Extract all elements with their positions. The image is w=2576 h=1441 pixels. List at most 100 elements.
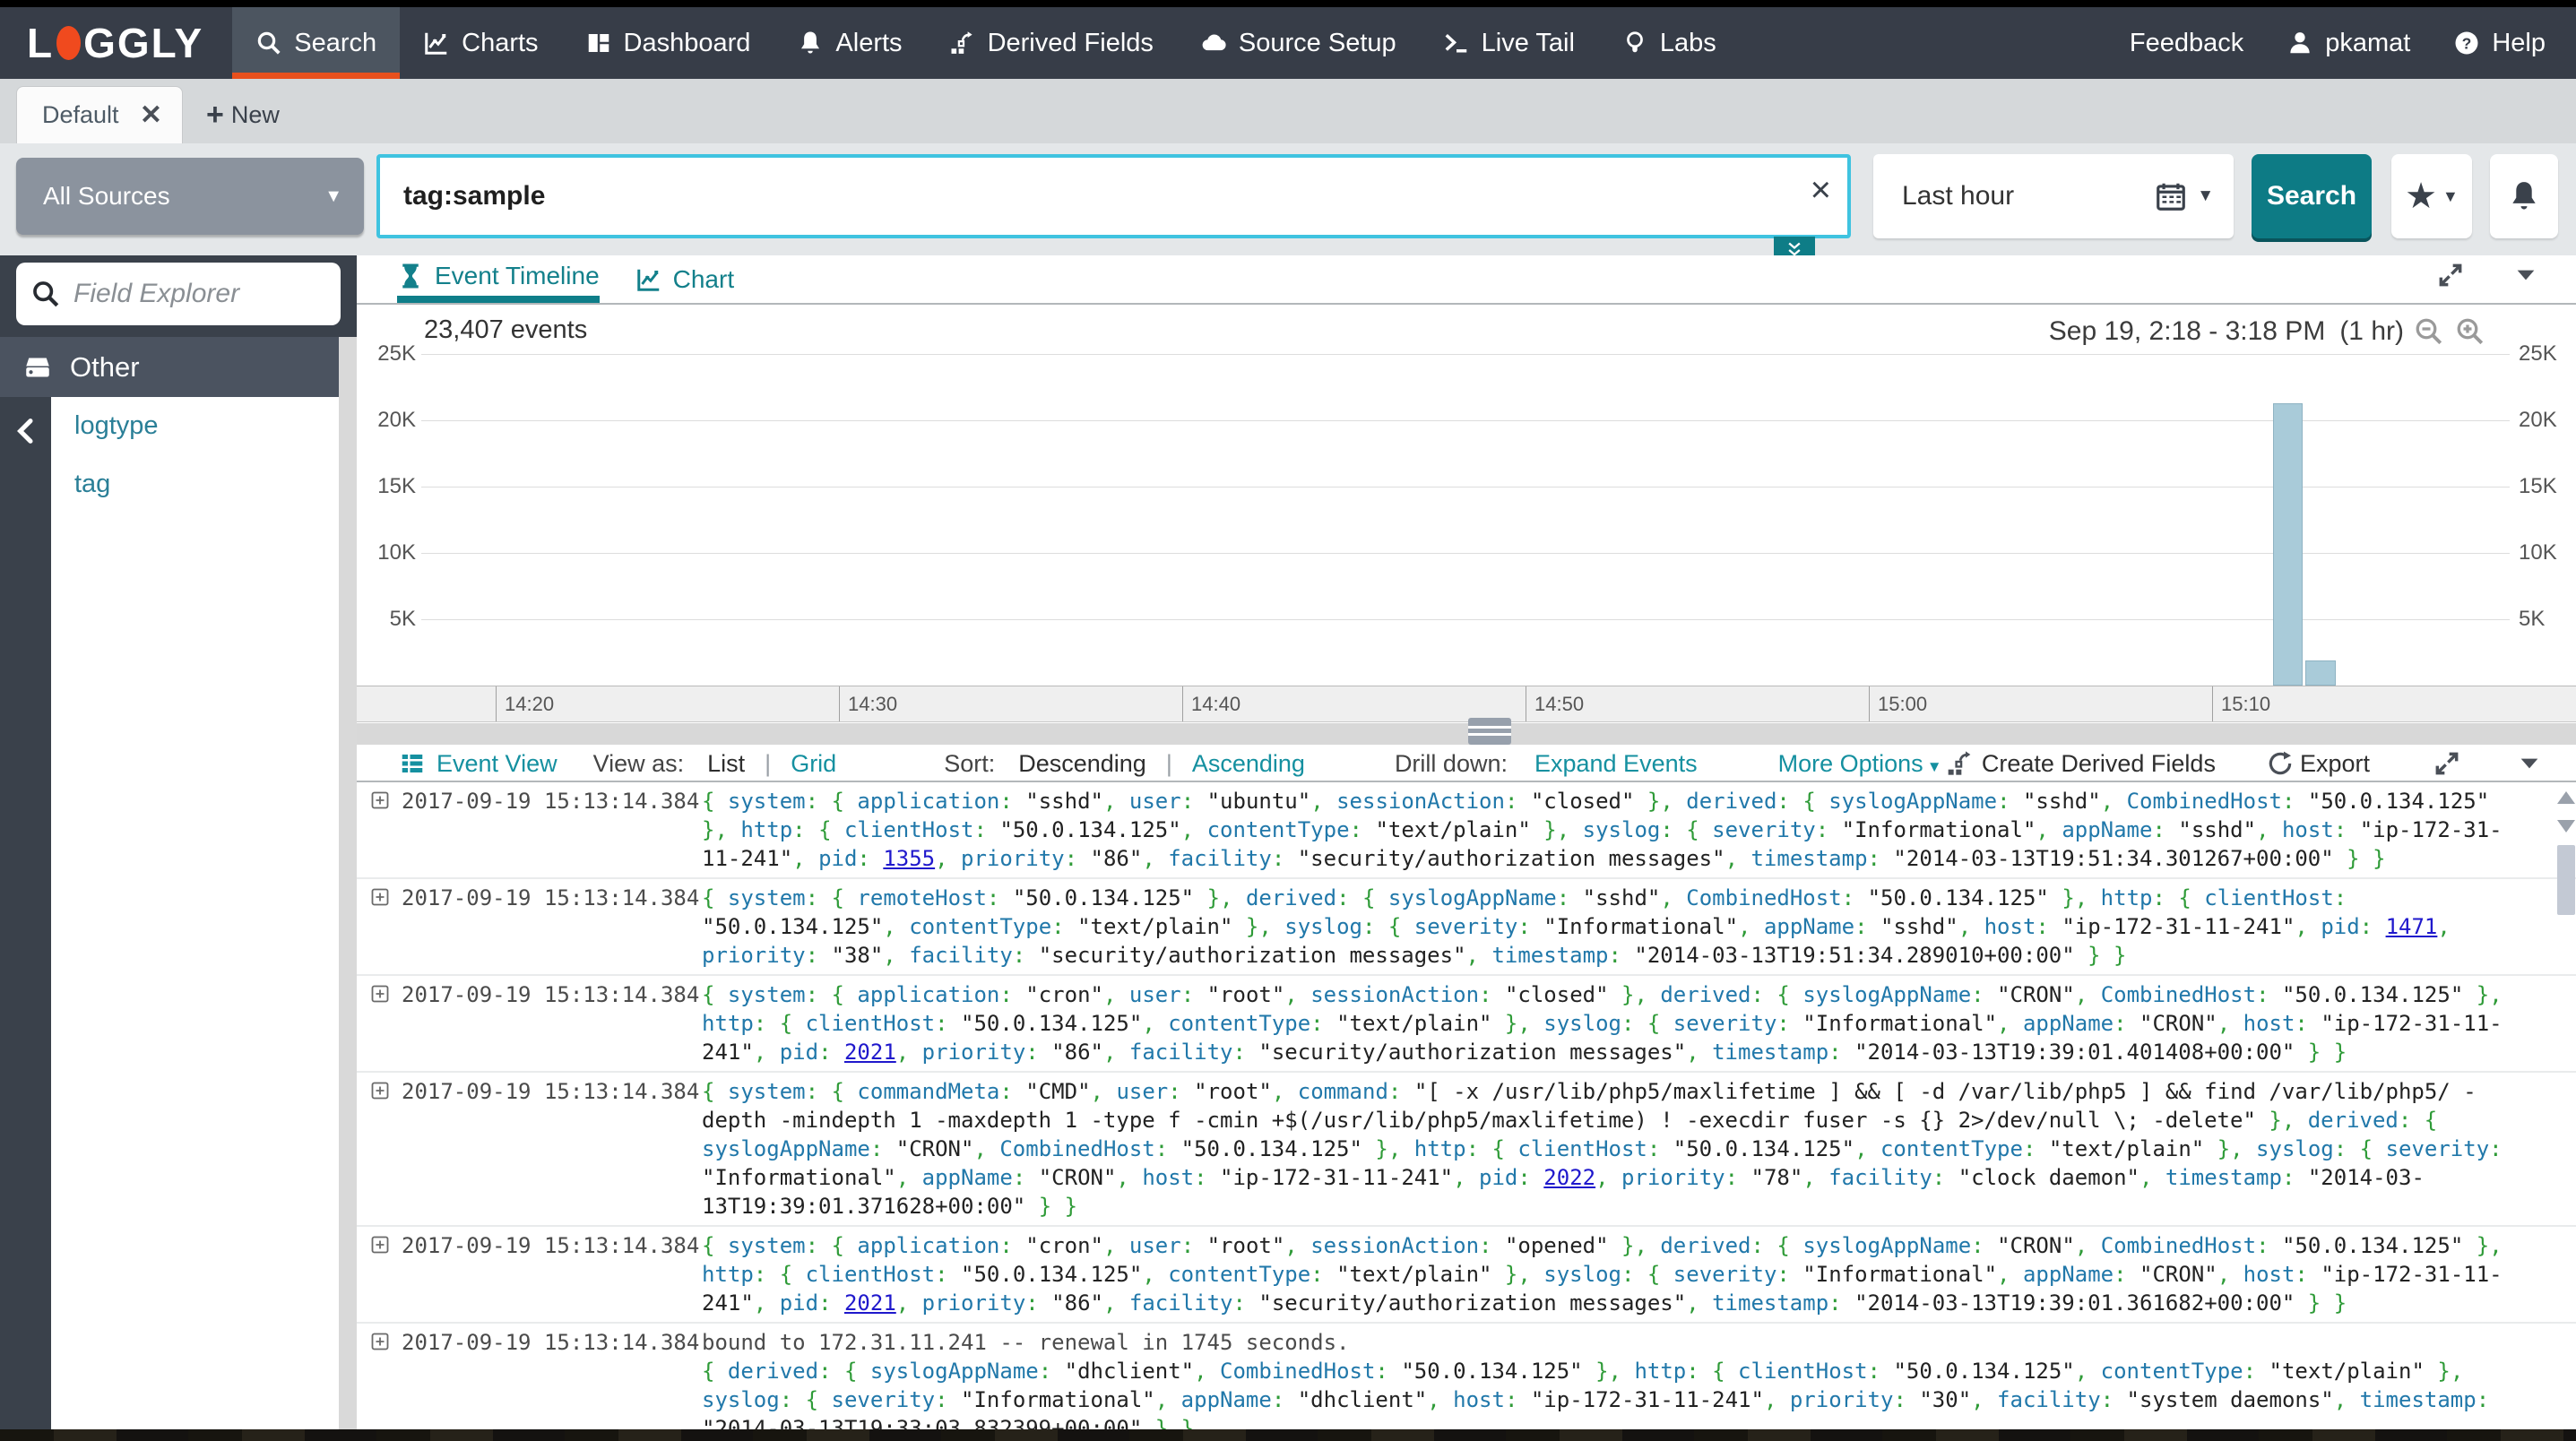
collapse-sidebar-icon[interactable] bbox=[11, 413, 41, 449]
scroll-up-icon[interactable] bbox=[2557, 791, 2575, 804]
expand-panel-icon[interactable] bbox=[2436, 261, 2465, 289]
nav-item-charts[interactable]: Charts bbox=[400, 7, 561, 79]
field-list: logtypetag bbox=[51, 397, 339, 513]
gridline bbox=[421, 420, 2510, 421]
view-as-grid[interactable]: Grid bbox=[791, 750, 836, 778]
terminal-icon bbox=[1443, 30, 1470, 56]
chart-scroll-grip[interactable] bbox=[1468, 718, 1511, 745]
search-icon bbox=[30, 279, 61, 309]
log-event: 2017-09-19 15:13:14.384{ system: { remot… bbox=[357, 879, 2576, 976]
nav-item-pkamat[interactable]: pkamat bbox=[2283, 29, 2414, 58]
event-view-icon bbox=[399, 750, 426, 777]
nav-item-source-setup[interactable]: Source Setup bbox=[1177, 7, 1420, 79]
y-axis-label: 15K bbox=[357, 474, 416, 499]
main-panel: Event TimelineChart 23,407 events Sep 19… bbox=[357, 255, 2576, 1429]
log-event: 2017-09-19 15:13:14.384{ system: { comma… bbox=[357, 1073, 2576, 1227]
zoom-out-icon[interactable] bbox=[2413, 315, 2445, 348]
expand-event-icon[interactable] bbox=[369, 1234, 396, 1257]
more-options-dropdown[interactable]: More Options▼ bbox=[1778, 750, 1942, 778]
expand-event-icon[interactable] bbox=[369, 983, 396, 1006]
chart-icon bbox=[635, 266, 662, 293]
y-axis-label: 25K bbox=[357, 341, 416, 367]
expand-event-icon[interactable] bbox=[369, 886, 396, 910]
pid-link[interactable]: 1471 bbox=[2386, 914, 2438, 939]
nav-item-labs[interactable]: Labs bbox=[1598, 7, 1740, 79]
saved-searches-button[interactable]: ★ ▼ bbox=[2391, 154, 2472, 238]
timeline-header: Event Timeline Chart bbox=[357, 255, 2576, 305]
tab-default[interactable]: Default ✕ bbox=[16, 86, 183, 143]
pid-link[interactable]: 2021 bbox=[844, 1040, 896, 1065]
events-scrollbar bbox=[2556, 782, 2576, 1429]
pid-link[interactable]: 2022 bbox=[1543, 1165, 1595, 1190]
svg-text:?: ? bbox=[2462, 34, 2472, 52]
nav-item-derived-fields[interactable]: Derived Fields bbox=[926, 7, 1177, 79]
sidebar-scrollbar-track[interactable] bbox=[339, 337, 357, 1429]
view-as-list[interactable]: List bbox=[707, 750, 745, 778]
top-navbar: LGGLY SearchChartsDashboardAlertsDerived… bbox=[0, 7, 2576, 79]
field-explorer-header bbox=[0, 255, 357, 337]
pid-link[interactable]: 1355 bbox=[883, 846, 935, 871]
view-as-label: View as: bbox=[593, 750, 685, 778]
y-axis-label: 5K bbox=[357, 607, 416, 632]
nav-item-alerts[interactable]: Alerts bbox=[774, 7, 925, 79]
sidebar-collapse-strip bbox=[0, 397, 51, 1429]
field-explorer-searchbox[interactable] bbox=[16, 263, 341, 325]
nav-items: SearchChartsDashboardAlertsDerived Field… bbox=[232, 7, 1740, 79]
collapse-panel-caret-icon[interactable] bbox=[2511, 261, 2540, 289]
y-axis-label: 10K bbox=[2519, 540, 2557, 565]
nav-item-live-tail[interactable]: Live Tail bbox=[1420, 7, 1598, 79]
sort-descending[interactable]: Descending bbox=[1018, 750, 1146, 778]
expand-event-icon[interactable] bbox=[369, 1080, 396, 1103]
create-derived-fields-button[interactable]: Create Derived Fields bbox=[1982, 750, 2216, 778]
window-top-strip bbox=[0, 0, 2576, 7]
search-query-input[interactable] bbox=[376, 154, 1851, 238]
timeline-bar[interactable] bbox=[2273, 403, 2303, 686]
field-tag[interactable]: tag bbox=[51, 455, 339, 513]
tab-chart[interactable]: Chart bbox=[635, 255, 734, 303]
event-timestamp: 2017-09-19 15:13:14.384 bbox=[402, 1077, 702, 1106]
export-button[interactable]: Export bbox=[2300, 750, 2370, 778]
nav-item-search[interactable]: Search bbox=[232, 7, 400, 79]
new-tab-button[interactable]: + New bbox=[183, 86, 303, 143]
event-view-toolbar: Event View View as: List | Grid Sort: De… bbox=[357, 746, 2576, 781]
dashboard-icon bbox=[585, 30, 612, 56]
event-timestamp: 2017-09-19 15:13:14.384 bbox=[402, 884, 702, 912]
collapse-events-caret-icon[interactable] bbox=[2515, 749, 2544, 778]
derived-fields-icon bbox=[1946, 749, 1975, 778]
sidebar-group-other[interactable]: Other bbox=[0, 337, 339, 397]
gridline bbox=[421, 354, 2510, 355]
nav-item-dashboard[interactable]: Dashboard bbox=[562, 7, 774, 79]
gridline bbox=[421, 487, 2510, 488]
alerts-bell-button[interactable] bbox=[2490, 154, 2558, 238]
search-button[interactable]: Search bbox=[2252, 154, 2372, 238]
sort-ascending[interactable]: Ascending bbox=[1192, 750, 1305, 778]
nav-item-help[interactable]: ?Help bbox=[2450, 29, 2549, 58]
timeline-bar[interactable] bbox=[2305, 660, 2336, 686]
clear-query-icon[interactable]: × bbox=[1811, 172, 1831, 208]
zoom-in-icon[interactable] bbox=[2454, 315, 2486, 348]
expand-event-icon[interactable] bbox=[369, 1331, 396, 1354]
expand-event-icon[interactable] bbox=[369, 790, 396, 813]
scrollbar-thumb[interactable] bbox=[2557, 845, 2575, 915]
scroll-down-icon[interactable] bbox=[2557, 820, 2575, 833]
time-range-picker[interactable]: Last hour ▼ bbox=[1873, 154, 2234, 238]
loggly-logo[interactable]: LGGLY bbox=[27, 19, 203, 67]
sort-label: Sort: bbox=[944, 750, 995, 778]
chevron-down-icon: ▼ bbox=[2442, 187, 2459, 206]
event-message: { system: { application: "cron", user: "… bbox=[702, 1231, 2522, 1317]
star-icon: ★ bbox=[2405, 176, 2437, 217]
gridline bbox=[421, 619, 2510, 620]
field-explorer-input[interactable] bbox=[73, 279, 326, 309]
field-logtype[interactable]: logtype bbox=[51, 397, 339, 455]
log-event: 2017-09-19 15:13:14.384bound to 172.31.1… bbox=[357, 1324, 2576, 1429]
expand-events-panel-icon[interactable] bbox=[2433, 749, 2461, 778]
nav-item-feedback[interactable]: Feedback bbox=[2126, 29, 2247, 58]
sidebar-group-label: Other bbox=[70, 351, 140, 384]
expand-events-link[interactable]: Expand Events bbox=[1534, 750, 1698, 778]
tab-event-timeline[interactable]: Event Timeline bbox=[397, 255, 600, 303]
log-event: 2017-09-19 15:13:14.384{ system: { appli… bbox=[357, 782, 2576, 879]
pid-link[interactable]: 2021 bbox=[844, 1290, 896, 1316]
chart-icon bbox=[423, 30, 450, 56]
all-sources-dropdown[interactable]: All Sources ▼ bbox=[16, 158, 364, 235]
close-tab-icon[interactable]: ✕ bbox=[140, 99, 162, 131]
